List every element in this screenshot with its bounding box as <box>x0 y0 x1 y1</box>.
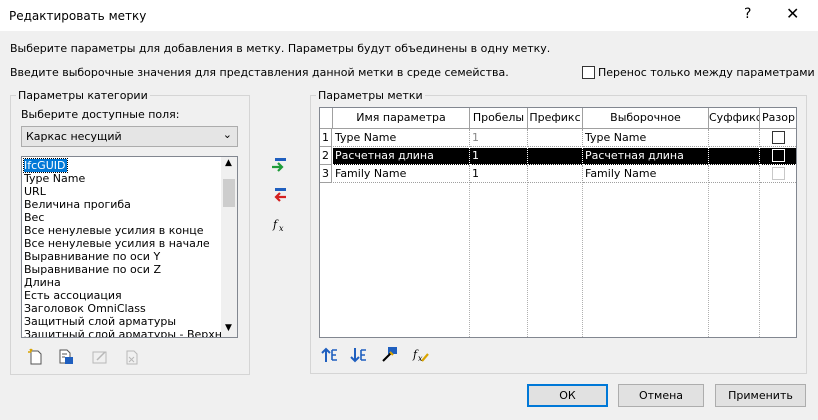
table-corner <box>320 108 333 129</box>
cell-spaces[interactable]: 1 <box>470 165 528 183</box>
wrap-between-params-label: Перенос только между параметрами <box>598 66 815 79</box>
cell-break <box>760 165 796 183</box>
edit-label-icon-disabled <box>92 351 107 364</box>
list-item[interactable]: Выравнивание по оси Y <box>24 250 160 263</box>
list-item[interactable]: Type Name <box>24 172 85 185</box>
chevron-down-icon: ⌄ <box>222 128 232 141</box>
cell-prefix[interactable] <box>528 129 583 147</box>
apply-button[interactable]: Применить <box>715 384 806 407</box>
list-item[interactable]: Вес <box>24 211 44 224</box>
move-up-icon[interactable] <box>321 346 339 364</box>
available-fields-label: Выберите доступные поля: <box>21 108 180 121</box>
col-header-prefix[interactable]: Префикс <box>528 108 583 129</box>
list-item[interactable]: URL <box>24 185 46 198</box>
list-item[interactable]: Все ненулевые усилия в начале <box>24 237 210 250</box>
add-to-label-icon[interactable] <box>270 156 288 174</box>
row-number[interactable]: 3 <box>320 165 332 183</box>
remove-from-label-icon[interactable] <box>270 186 288 204</box>
scroll-thumb[interactable] <box>223 179 235 207</box>
edit-parameter-icon[interactable] <box>57 348 75 366</box>
wrap-between-params-checkbox[interactable] <box>582 66 595 79</box>
window-title: Редактировать метку <box>9 9 147 23</box>
cell-prefix[interactable] <box>528 147 583 165</box>
instruction-line-1: Выберите параметры для добавления в метк… <box>10 42 551 55</box>
cell-spaces[interactable]: 1 <box>470 129 528 147</box>
formula-icon[interactable]: f x <box>271 216 289 234</box>
cell-suffix[interactable] <box>709 165 760 183</box>
fields-scrollbar[interactable]: ▲ ▼ <box>221 157 237 337</box>
list-item[interactable]: Защитный слой арматуры <box>24 315 176 328</box>
category-combo[interactable]: Каркас несущий ⌄ <box>21 126 238 147</box>
label-params-table[interactable]: Имя параметра Пробелы Префикс Выборочное… <box>319 107 797 338</box>
col-header-sample[interactable]: Выборочное <box>583 108 709 129</box>
cell-suffix[interactable] <box>709 147 760 165</box>
break-checkbox <box>772 167 785 180</box>
list-item[interactable]: Все ненулевые усилия в конце <box>24 224 204 237</box>
cell-break <box>760 129 796 147</box>
col-header-spaces[interactable]: Пробелы <box>470 108 528 129</box>
cell-name[interactable]: Type Name <box>333 129 470 147</box>
col-header-break[interactable]: Разор <box>760 108 796 129</box>
title-bar: Редактировать метку ? ✕ <box>0 0 818 32</box>
available-fields-list[interactable]: IfcGUID Type Name URL Величина прогиба В… <box>21 156 238 338</box>
col-header-suffix[interactable]: Суффикс <box>709 108 760 129</box>
list-item[interactable]: Длина <box>24 276 61 289</box>
category-params-title: Параметры категории <box>16 89 150 102</box>
move-down-icon[interactable] <box>350 346 368 364</box>
list-item[interactable]: Заголовок OmniClass <box>24 302 146 315</box>
delete-parameter-icon-disabled <box>126 350 138 365</box>
cell-break <box>760 147 796 165</box>
label-params-title: Параметры метки <box>316 89 425 102</box>
list-item[interactable]: Выравнивание по оси Z <box>24 263 161 276</box>
row-number[interactable]: 1 <box>320 129 332 147</box>
row-number[interactable]: 2 <box>320 147 332 165</box>
cell-spaces[interactable]: 1 <box>470 147 528 165</box>
svg-text:x: x <box>418 354 423 363</box>
list-item[interactable]: Величина прогиба <box>24 198 131 211</box>
break-checkbox[interactable] <box>772 149 785 162</box>
cell-sample[interactable]: Расчетная длина <box>583 147 709 165</box>
list-item[interactable]: Защитный слой арматуры - Верхняя гр <box>24 328 237 337</box>
new-parameter-icon[interactable] <box>27 348 45 366</box>
list-item[interactable]: Есть ассоциация <box>24 289 122 302</box>
svg-text:f: f <box>272 218 279 231</box>
cell-suffix[interactable] <box>709 129 760 147</box>
cancel-button[interactable]: Отмена <box>618 384 704 407</box>
scroll-up-icon[interactable]: ▲ <box>225 158 232 168</box>
list-item[interactable]: IfcGUID <box>22 158 69 173</box>
close-button[interactable]: ✕ <box>786 4 799 23</box>
break-checkbox[interactable] <box>772 131 785 144</box>
edit-formula-icon[interactable]: f x <box>412 346 430 364</box>
svg-text:x: x <box>279 224 284 233</box>
cell-prefix[interactable] <box>528 165 583 183</box>
format-parameter-icon[interactable] <box>381 346 399 364</box>
cell-name[interactable]: Расчетная длина <box>333 147 470 165</box>
help-button[interactable]: ? <box>744 6 751 22</box>
cell-sample[interactable]: Type Name <box>583 129 709 147</box>
category-combo-value: Каркас несущий <box>26 130 122 143</box>
ok-button[interactable]: ОК <box>527 384 608 407</box>
scroll-down-icon[interactable]: ▼ <box>225 323 232 333</box>
cell-name[interactable]: Family Name <box>333 165 470 183</box>
col-header-name[interactable]: Имя параметра <box>333 108 470 129</box>
cell-sample[interactable]: Family Name <box>583 165 709 183</box>
instruction-line-2: Введите выборочные значения для представ… <box>10 66 509 79</box>
